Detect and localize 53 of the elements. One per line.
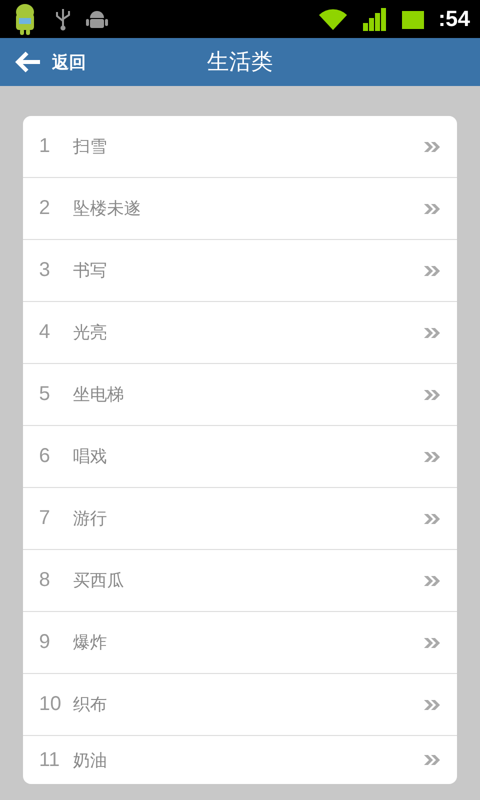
list-item[interactable]: 11 奶油 (23, 736, 457, 784)
list-item[interactable]: 4 光亮 (23, 302, 457, 364)
item-label: 唱戏 (73, 446, 108, 468)
double-chevron-icon (423, 512, 441, 524)
item-label: 游行 (73, 508, 108, 530)
list-item[interactable]: 7 游行 (23, 488, 457, 550)
list-item[interactable]: 1 扫雪 (23, 116, 457, 178)
item-label: 书写 (73, 260, 108, 282)
item-label: 扫雪 (73, 136, 108, 158)
list-item[interactable]: 2 坠楼未遂 (23, 178, 457, 240)
item-number: 5 (39, 383, 52, 406)
item-number: 4 (39, 321, 52, 344)
item-label: 爆炸 (73, 632, 108, 654)
double-chevron-icon (423, 698, 441, 710)
double-chevron-icon (423, 202, 441, 214)
list-item[interactable]: 5 坐电梯 (23, 364, 457, 426)
item-label: 光亮 (73, 322, 108, 344)
double-chevron-icon (423, 140, 441, 152)
clock: :54 (438, 6, 470, 32)
double-chevron-icon (423, 326, 441, 338)
list-item[interactable]: 3 书写 (23, 240, 457, 302)
android-debug-icon (86, 8, 108, 30)
battery-icon (402, 9, 424, 29)
back-arrow-icon (14, 50, 42, 74)
item-label: 织布 (73, 694, 108, 716)
item-number: 1 (39, 135, 52, 158)
item-label: 奶油 (73, 750, 108, 772)
usb-icon (54, 7, 72, 31)
item-number: 10 (39, 693, 62, 716)
double-chevron-icon (423, 636, 441, 648)
page-title: 生活类 (207, 49, 273, 77)
back-button[interactable]: 返回 (0, 50, 86, 74)
double-chevron-icon (423, 264, 441, 276)
list-item[interactable]: 9 爆炸 (23, 612, 457, 674)
wifi-icon (318, 7, 348, 31)
double-chevron-icon (423, 388, 441, 400)
item-number: 6 (39, 445, 52, 468)
item-number: 2 (39, 197, 52, 220)
item-label: 买西瓜 (73, 570, 125, 592)
item-number: 9 (39, 631, 52, 654)
signal-icon (362, 7, 388, 31)
list-item[interactable]: 8 买西瓜 (23, 550, 457, 612)
item-number: 7 (39, 507, 52, 530)
item-number: 8 (39, 569, 52, 592)
list-item[interactable]: 6 唱戏 (23, 426, 457, 488)
list-item[interactable]: 10 织布 (23, 674, 457, 736)
double-chevron-icon (423, 574, 441, 586)
double-chevron-icon (423, 450, 441, 462)
item-label: 坠楼未遂 (73, 198, 142, 220)
item-number: 3 (39, 259, 52, 282)
double-chevron-icon (423, 754, 441, 766)
item-number: 11 (39, 748, 61, 772)
item-label: 坐电梯 (73, 384, 125, 406)
